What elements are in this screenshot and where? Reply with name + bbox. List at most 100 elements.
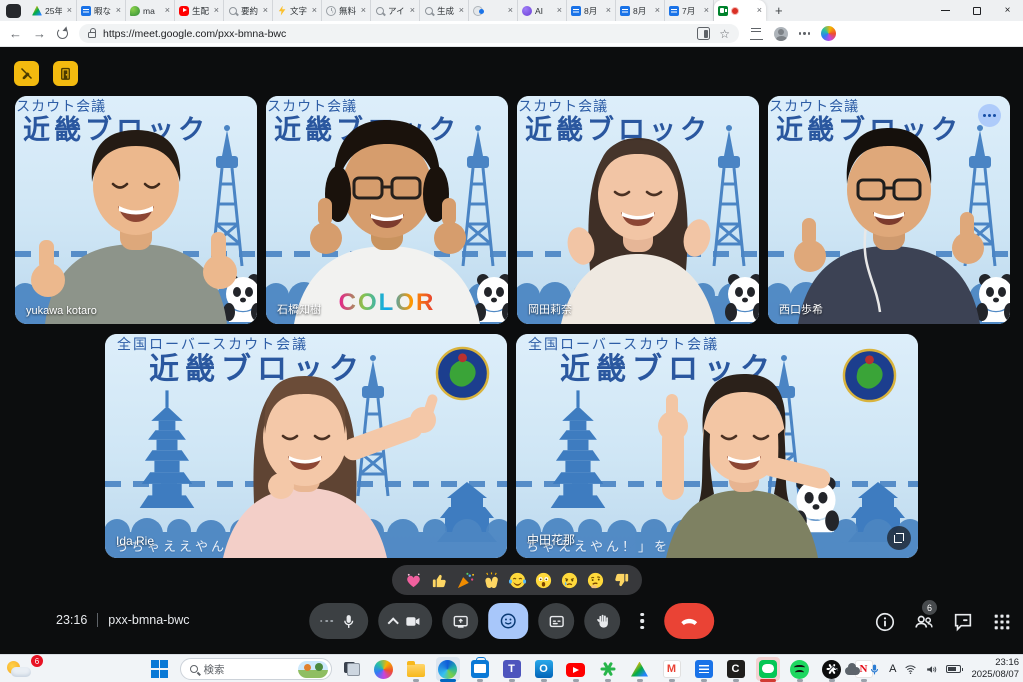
- close-icon[interactable]: ×: [757, 6, 762, 15]
- mic-button[interactable]: [309, 603, 369, 639]
- browser-tab[interactable]: 8月×: [616, 0, 665, 21]
- activities-grid-button[interactable]: [991, 611, 1013, 633]
- chevron-up-icon[interactable]: [388, 617, 399, 628]
- start-button[interactable]: [148, 657, 172, 681]
- browser-tab[interactable]: ×: [469, 0, 518, 21]
- taskbar-clock[interactable]: 23:16 2025/08/07: [971, 657, 1019, 681]
- close-icon[interactable]: ×: [361, 6, 366, 15]
- copilot-icon[interactable]: [821, 26, 836, 41]
- onedrive-icon[interactable]: [845, 667, 860, 675]
- mic-in-use-icon[interactable]: [868, 663, 881, 676]
- video-tile[interactable]: 全国ローバースカウト会議近畿ブロック 西口歩希: [768, 96, 1010, 324]
- browser-tab[interactable]: 無料×: [322, 0, 371, 21]
- mic-options-icon[interactable]: [320, 620, 334, 623]
- taskbar-search[interactable]: 検索: [180, 658, 332, 680]
- browser-tab[interactable]: 暇な×: [77, 0, 126, 21]
- video-tile[interactable]: 全国ローバースカウト会議近畿ブロック yukawa kotaro: [15, 96, 257, 324]
- video-tile[interactable]: 全国ローバースカウト会議近畿ブロック 近畿 ちゃええやん！」を: [516, 334, 918, 558]
- spotify-button[interactable]: [788, 657, 812, 681]
- close-icon[interactable]: ×: [655, 6, 660, 15]
- close-icon[interactable]: ×: [312, 6, 317, 15]
- c-app-button[interactable]: C: [724, 657, 748, 681]
- browser-tab[interactable]: 生配×: [175, 0, 224, 21]
- close-icon[interactable]: ×: [116, 6, 121, 15]
- browser-tab[interactable]: 8月×: [567, 0, 616, 21]
- browser-tab[interactable]: 25年×: [28, 0, 77, 21]
- forward-button[interactable]: →: [33, 27, 46, 40]
- google-docs-button[interactable]: [692, 657, 716, 681]
- tears-of-joy-emoji-button[interactable]: [507, 570, 527, 590]
- address-bar[interactable]: https://meet.google.com/pxx-bmna-bwc ☆: [79, 24, 739, 43]
- astonished-emoji-button[interactable]: [533, 570, 553, 590]
- clapping-hands-emoji-button[interactable]: [481, 570, 501, 590]
- sparkling-heart-emoji-button[interactable]: [403, 570, 423, 590]
- profile-avatar[interactable]: [774, 27, 788, 41]
- close-icon[interactable]: ×: [410, 6, 415, 15]
- workspace-icon[interactable]: [6, 4, 21, 18]
- thumbs-up-emoji-button[interactable]: [429, 570, 449, 590]
- browser-tab[interactable]: 7月×: [665, 0, 714, 21]
- outlook-button[interactable]: O: [532, 657, 556, 681]
- new-tab-button[interactable]: +: [775, 3, 783, 18]
- window-close-button[interactable]: ×: [992, 0, 1023, 21]
- thumbs-down-emoji-button[interactable]: [611, 570, 631, 590]
- browser-tab[interactable]: 文字×: [273, 0, 322, 21]
- youtube-button[interactable]: [564, 657, 588, 681]
- close-icon[interactable]: ×: [508, 6, 513, 15]
- google-drive-button[interactable]: [628, 657, 652, 681]
- close-icon[interactable]: ×: [557, 6, 562, 15]
- active-tab-meet[interactable]: ×: [714, 0, 766, 21]
- close-icon[interactable]: ×: [704, 6, 709, 15]
- chat-button[interactable]: [952, 611, 974, 633]
- favorite-star-icon[interactable]: ☆: [719, 28, 730, 40]
- back-button[interactable]: ←: [9, 27, 22, 40]
- end-call-button[interactable]: [664, 603, 714, 639]
- ime-mode-indicator[interactable]: A: [889, 663, 896, 675]
- copilot-app-button[interactable]: [372, 657, 396, 681]
- adjust-video-button[interactable]: [887, 526, 911, 550]
- browser-menu-icon[interactable]: [799, 32, 810, 34]
- crying-emoji-button[interactable]: [559, 570, 579, 590]
- microsoft-store-button[interactable]: [468, 657, 492, 681]
- split-screen-icon[interactable]: [697, 27, 710, 40]
- video-tile[interactable]: 全国ローバースカウト会議近畿ブロック 近畿 っちゃええやん！」: [105, 334, 507, 558]
- green-asterisk-app-button[interactable]: [596, 657, 620, 681]
- thinking-emoji-button[interactable]: [585, 570, 605, 590]
- pen-off-extension-button[interactable]: [14, 61, 39, 86]
- people-button[interactable]: 6: [913, 611, 935, 633]
- close-icon[interactable]: ×: [263, 6, 268, 15]
- gmail-button[interactable]: M: [660, 657, 684, 681]
- favorites-bar-icon[interactable]: [750, 27, 763, 40]
- camera-button[interactable]: [378, 603, 432, 639]
- edge-button[interactable]: [436, 657, 460, 681]
- info-button[interactable]: [874, 611, 896, 633]
- line-button[interactable]: [756, 657, 780, 681]
- door-exit-extension-button[interactable]: [53, 61, 78, 86]
- close-icon[interactable]: ×: [459, 6, 464, 15]
- file-explorer-button[interactable]: [404, 657, 428, 681]
- speaker-icon[interactable]: [925, 663, 938, 676]
- minimize-button[interactable]: [930, 0, 961, 21]
- maximize-button[interactable]: [961, 0, 992, 21]
- battery-icon[interactable]: [946, 665, 961, 673]
- weather-widget[interactable]: 6: [5, 658, 39, 680]
- browser-tab[interactable]: 生成×: [420, 0, 469, 21]
- reactions-button-active[interactable]: [488, 603, 528, 639]
- video-tile[interactable]: 全国ローバースカウト会議近畿ブロック COLOR 石橋知樹: [266, 96, 508, 324]
- more-options-button[interactable]: [630, 613, 654, 629]
- captions-button[interactable]: [538, 603, 574, 639]
- site-info-lock-icon[interactable]: [88, 32, 96, 39]
- browser-tab[interactable]: アイ×: [371, 0, 420, 21]
- raise-hand-button[interactable]: [584, 603, 620, 639]
- browser-tab[interactable]: ma×: [126, 0, 175, 21]
- browser-tab[interactable]: AI×: [518, 0, 567, 21]
- wifi-icon[interactable]: [904, 663, 917, 676]
- task-view-button[interactable]: [340, 657, 364, 681]
- party-popper-emoji-button[interactable]: [455, 570, 475, 590]
- close-icon[interactable]: ×: [67, 6, 72, 15]
- reload-button[interactable]: [57, 28, 68, 39]
- close-icon[interactable]: ×: [165, 6, 170, 15]
- browser-tab[interactable]: 要約×: [224, 0, 273, 21]
- teams-button[interactable]: T: [500, 657, 524, 681]
- tile-options-button[interactable]: [978, 104, 1001, 127]
